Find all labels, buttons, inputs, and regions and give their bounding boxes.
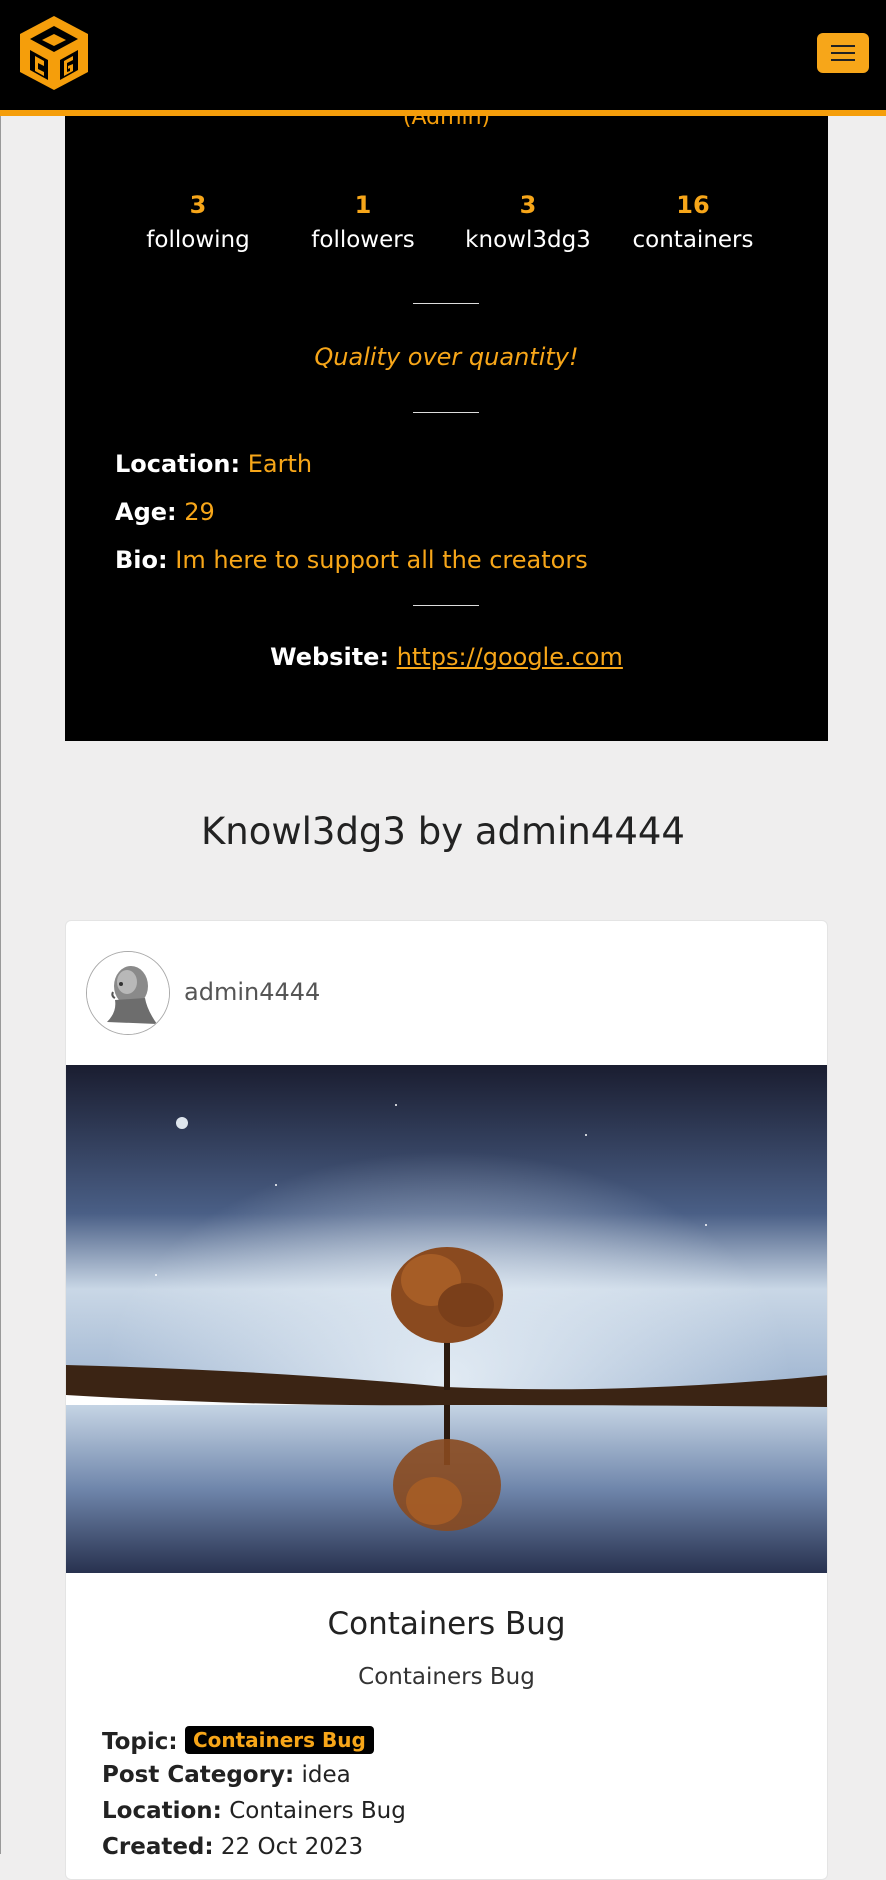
divider: [413, 605, 479, 606]
page-title: Knowl3dg3 by admin4444: [201, 810, 685, 853]
website-label: Website:: [270, 643, 390, 671]
stat-count: 3: [189, 191, 207, 219]
stat-count: 1: [354, 191, 372, 219]
location-value: Earth: [247, 450, 313, 478]
profile-quote: Quality over quantity!: [314, 343, 579, 371]
post-author[interactable]: admin4444: [184, 978, 320, 1006]
created-label: Created:: [102, 1834, 214, 1860]
profile-panel: (Admin) 3 following 1 followers 3 knowl3…: [65, 100, 828, 741]
bio-value: Im here to support all the creators: [175, 546, 588, 574]
stat-containers[interactable]: 16 containers: [613, 188, 773, 258]
stat-label: containers: [632, 227, 754, 253]
stat-label: following: [146, 227, 250, 253]
category-value: idea: [301, 1762, 351, 1788]
stat-count: 3: [519, 191, 537, 219]
profile-website: Website: https://google.com: [65, 643, 828, 671]
post-image: [66, 1065, 827, 1573]
topic-label: Topic:: [102, 1729, 178, 1755]
cube-cg-logo-icon[interactable]: [18, 14, 90, 92]
stat-following[interactable]: 3 following: [118, 188, 278, 258]
age-value: 29: [184, 498, 215, 526]
stat-knowl3dg3[interactable]: 3 knowl3dg3: [448, 188, 608, 258]
stat-label: knowl3dg3: [465, 227, 591, 253]
page-left-border: [0, 0, 1, 1854]
category-label: Post Category:: [102, 1762, 295, 1788]
post-card: admin4444 Containers Bug Containers Bug …: [65, 920, 828, 1880]
stat-label: followers: [311, 227, 415, 253]
post-subtitle: Containers Bug: [358, 1664, 535, 1690]
divider: [413, 412, 479, 413]
hamburger-menu-icon: [831, 45, 855, 61]
profile-location: Location: Earth: [115, 450, 312, 478]
divider: [413, 303, 479, 304]
location-label: Location:: [115, 450, 241, 478]
stat-count: 16: [676, 191, 710, 219]
bust-sculpture-icon: [87, 952, 169, 1034]
stat-followers[interactable]: 1 followers: [283, 188, 443, 258]
post-location-label: Location:: [102, 1798, 222, 1824]
post-location: Location: Containers Bug: [102, 1798, 406, 1824]
website-link[interactable]: https://google.com: [397, 643, 623, 671]
post-location-value: Containers Bug: [229, 1798, 406, 1824]
top-navbar: [0, 0, 886, 116]
created-value: 22 Oct 2023: [220, 1834, 364, 1860]
post-topic: Topic: Containers Bug: [102, 1726, 374, 1755]
avatar[interactable]: [86, 951, 170, 1035]
menu-toggle-button[interactable]: [817, 33, 869, 73]
profile-bio: Bio: Im here to support all the creators: [115, 546, 588, 574]
post-created: Created: 22 Oct 2023: [102, 1834, 363, 1860]
profile-age: Age: 29: [115, 498, 215, 526]
topic-badge[interactable]: Containers Bug: [184, 1726, 374, 1754]
post-title: Containers Bug: [327, 1606, 566, 1642]
age-label: Age:: [115, 498, 177, 526]
bio-label: Bio:: [115, 546, 168, 574]
post-category: Post Category: idea: [102, 1762, 351, 1788]
